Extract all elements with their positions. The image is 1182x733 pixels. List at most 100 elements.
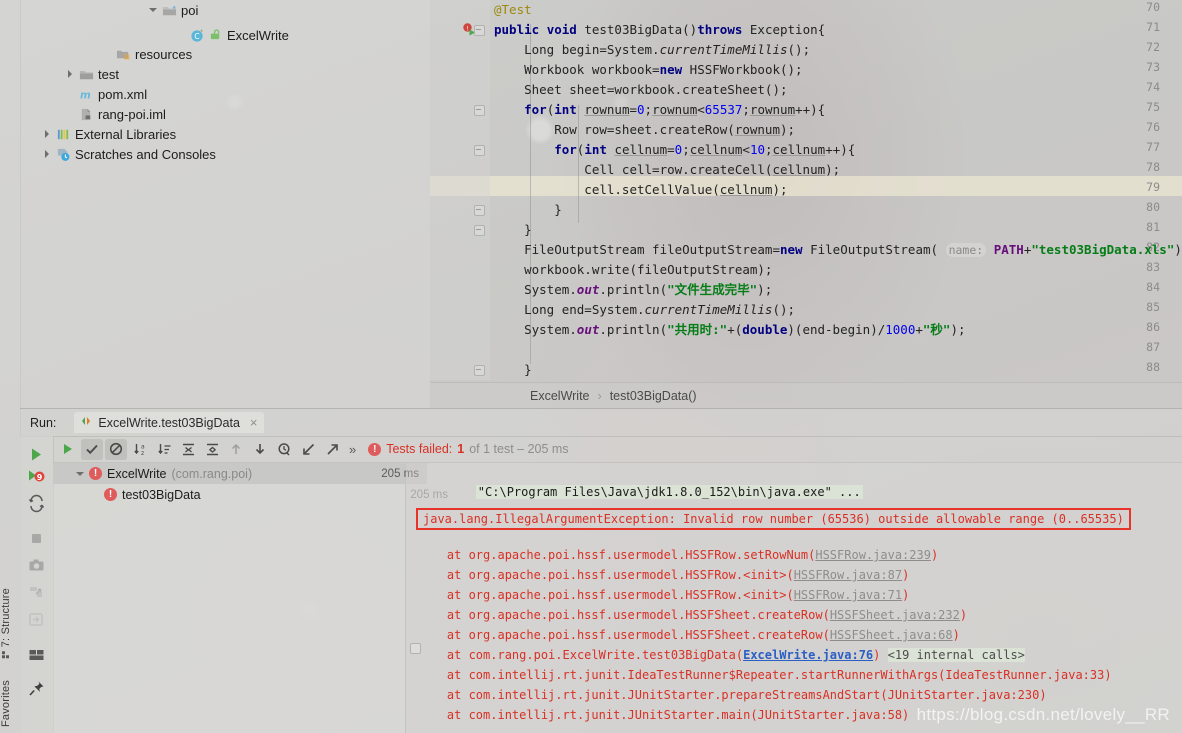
- project-tool-window: poi C ExcelWrite resources test m pom.xm…: [20, 0, 430, 408]
- line-number: 87: [1146, 340, 1160, 354]
- rerun-auto-icon[interactable]: [27, 494, 46, 513]
- folder-icon: [162, 3, 177, 18]
- internal-calls-badge[interactable]: <19 internal calls>: [887, 648, 1025, 662]
- line-number: 84: [1146, 280, 1160, 294]
- test-tree-row-class[interactable]: ! ExcelWrite (com.rang.poi) 205 ms: [53, 463, 427, 484]
- code-line-85: Long end=System.currentTimeMillis();: [494, 302, 796, 317]
- down-arrow-icon[interactable]: [249, 439, 271, 460]
- collapse-all-icon[interactable]: [201, 439, 223, 460]
- line-number: 83: [1146, 260, 1160, 274]
- code-line-84: System.out.println("文件生成完毕");: [494, 282, 773, 297]
- console-output[interactable]: "C:\Program Files\Java\jdk1.8.0_152\bin\…: [406, 463, 1182, 733]
- test-method-name: test03BigData: [122, 487, 201, 502]
- fold-marker[interactable]: [474, 225, 485, 236]
- code-line-86: System.out.println("共用时:"+(double)(end-b…: [494, 322, 966, 337]
- test-tree-row-method[interactable]: ! test03BigData 205 ms: [53, 484, 456, 505]
- sort-by-duration-icon[interactable]: [153, 439, 175, 460]
- line-number: 70: [1146, 0, 1160, 14]
- tree-item-external-libraries[interactable]: External Libraries: [42, 124, 176, 144]
- test-state-icon: [80, 415, 92, 430]
- tree-item-test[interactable]: test: [65, 64, 119, 84]
- import-tests-icon[interactable]: [297, 439, 319, 460]
- svg-text:C: C: [194, 31, 199, 40]
- breadcrumb: ExcelWrite › test03BigData(): [430, 382, 1182, 408]
- line-number: 71: [1146, 20, 1160, 34]
- breadcrumb-class[interactable]: ExcelWrite: [530, 389, 590, 403]
- chevron-right-icon[interactable]: [42, 128, 54, 140]
- run-label: Run:: [30, 415, 57, 430]
- fold-marker[interactable]: [474, 145, 485, 156]
- fold-marker[interactable]: [474, 365, 485, 376]
- line-number: 88: [1146, 360, 1160, 374]
- svg-text:z: z: [141, 450, 144, 457]
- run-tab-excelwrite[interactable]: ExcelWrite.test03BigData ×: [74, 412, 264, 433]
- tree-item-rang-poi-iml[interactable]: rang-poi.iml: [65, 104, 166, 124]
- expand-all-icon[interactable]: [177, 439, 199, 460]
- line-number: 72: [1146, 40, 1160, 54]
- fold-marker[interactable]: [474, 25, 485, 36]
- parameter-hint: name:: [945, 243, 987, 257]
- favorites-label: Favorites: [0, 680, 12, 728]
- chevron-right-icon[interactable]: [42, 148, 54, 160]
- tree-item-resources[interactable]: resources: [102, 44, 192, 64]
- line-number: 73: [1146, 60, 1160, 74]
- run-tool-window: Run: ExcelWrite.test03BigData × 9 a z » …: [20, 408, 1182, 733]
- structure-label: 7: Structure: [0, 588, 12, 648]
- ide-window: 7: Structure Favorites poi C ExcelWrite …: [0, 0, 1182, 733]
- rerun-icon[interactable]: [57, 439, 79, 460]
- tree-item-scratches-and-consoles[interactable]: Scratches and Consoles: [42, 144, 216, 164]
- svg-text:!: !: [466, 25, 468, 32]
- tree-item-label: ExcelWrite: [227, 27, 289, 43]
- close-icon[interactable]: ×: [250, 415, 258, 430]
- sort-alphabetically-icon[interactable]: az: [129, 439, 151, 460]
- editor-gutter[interactable]: [430, 0, 490, 380]
- export-tests-icon[interactable]: [321, 439, 343, 460]
- layout-settings-icon[interactable]: [27, 646, 46, 665]
- libraries-icon: [56, 127, 71, 142]
- chevron-right-icon[interactable]: [65, 68, 77, 80]
- breadcrumb-method[interactable]: test03BigData(): [610, 389, 697, 403]
- stack-link[interactable]: HSSFSheet.java:232: [830, 608, 960, 622]
- resources-folder-icon: [116, 47, 131, 62]
- tree-item-label: test: [98, 66, 119, 82]
- fold-marker[interactable]: [474, 205, 485, 216]
- console-command-line: "C:\Program Files\Java\jdk1.8.0_152\bin\…: [418, 471, 863, 513]
- chevron-down-icon[interactable]: [148, 4, 160, 16]
- pin-tab-icon[interactable]: [27, 679, 46, 698]
- code-line-75: for(int rownum=0;rownum<65537;rownum++){: [524, 102, 826, 117]
- stack-trace-line: at org.apache.poi.hssf.usermodel.HSSFShe…: [418, 628, 960, 642]
- stack-trace-line: at com.intellij.rt.junit.JUnitStarter.ma…: [418, 708, 910, 722]
- code-editor[interactable]: 70 71 72 73 74 75 76 77 78 79 80 81 82 8…: [430, 0, 1182, 408]
- screenshot-icon: [27, 556, 46, 575]
- show-ignored-icon[interactable]: [105, 438, 127, 460]
- left-tool-strip: 7: Structure Favorites: [0, 0, 21, 733]
- show-passed-icon[interactable]: [81, 438, 103, 460]
- tree-item-pom-xml[interactable]: m pom.xml: [65, 84, 147, 104]
- code-line-73: Workbook workbook=new HSSFWorkbook();: [494, 62, 803, 77]
- line-number: 86: [1146, 320, 1160, 334]
- line-number: 80: [1146, 200, 1160, 214]
- tool-window-structure[interactable]: 7: Structure: [0, 588, 20, 659]
- fold-marker[interactable]: [474, 105, 485, 116]
- code-line-82: FileOutputStream fileOutputStream=new Fi…: [494, 242, 1182, 257]
- tree-item-excelwrite[interactable]: C ExcelWrite: [190, 25, 289, 45]
- stack-link[interactable]: HSSFSheet.java:68: [830, 628, 953, 642]
- history-icon[interactable]: [273, 439, 295, 460]
- stack-link[interactable]: HSSFRow.java:239: [815, 548, 931, 562]
- stack-link[interactable]: HSSFRow.java:71: [794, 588, 902, 602]
- rerun-failed-icon[interactable]: 9: [27, 467, 46, 486]
- tool-window-favorites[interactable]: Favorites: [0, 680, 20, 727]
- error-icon: !: [368, 442, 382, 456]
- tree-item-poi[interactable]: poi: [148, 0, 198, 20]
- chevron-down-icon[interactable]: [75, 468, 87, 480]
- test-status: ! Tests failed: 1 of 1 test – 205 ms: [368, 442, 569, 456]
- run-icon[interactable]: [27, 445, 46, 464]
- stack-link[interactable]: ExcelWrite.java:76: [743, 648, 873, 662]
- test-results-tree: ! ExcelWrite (com.rang.poi) 205 ms ! tes…: [53, 463, 448, 733]
- stack-link[interactable]: HSSFRow.java:87: [794, 568, 902, 582]
- run-toolbar: az » ! Tests failed: 1 of 1 test – 205 m…: [53, 436, 1182, 463]
- folder-icon: [79, 67, 94, 82]
- code-line-70: @Test: [494, 2, 532, 17]
- more-toolbar-actions[interactable]: »: [349, 442, 356, 457]
